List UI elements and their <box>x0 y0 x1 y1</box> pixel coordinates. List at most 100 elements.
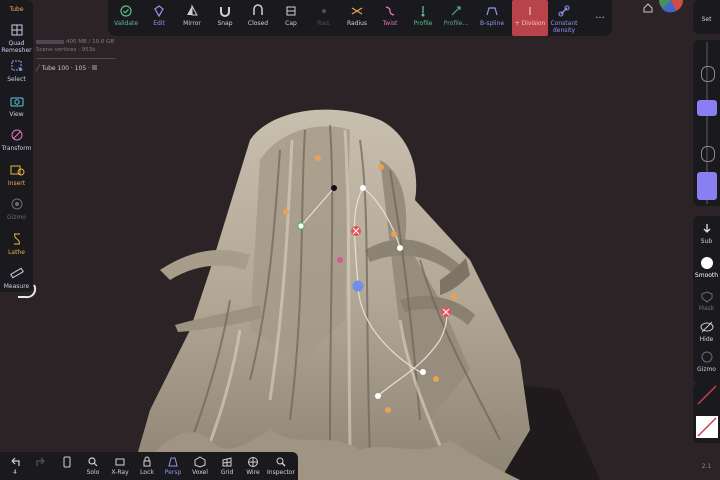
constant-density-label: Constant density <box>550 20 578 34</box>
radius-button[interactable]: Radius <box>339 4 375 27</box>
transform-button[interactable]: Transform <box>0 127 33 152</box>
radius-slider[interactable] <box>697 42 717 204</box>
slider-top-knob[interactable] <box>701 66 715 82</box>
radius-slider-thumb[interactable] <box>697 172 717 200</box>
validate-button[interactable]: Validate <box>108 4 144 27</box>
viewport-canvas[interactable] <box>0 0 720 480</box>
tube-title: Tube <box>9 6 24 13</box>
sub-label: Sub <box>700 238 713 245</box>
lathe-icon <box>13 233 20 245</box>
view-button[interactable]: View <box>0 93 33 118</box>
twist-icon <box>385 6 395 16</box>
solo-button[interactable]: Solo <box>80 456 106 476</box>
snap-button[interactable]: Snap <box>207 4 243 27</box>
lock-icon <box>143 456 151 467</box>
undo-button[interactable]: 4 <box>2 456 28 476</box>
bspline-button[interactable]: B-spline <box>474 4 510 27</box>
device-button[interactable] <box>54 456 80 469</box>
lathe-button[interactable]: Lathe <box>0 231 33 256</box>
scene-stats: 400 MB / 10.6 GB Scene vertices : 953k <box>36 38 114 54</box>
grid-icon <box>222 457 232 467</box>
select-label: Select <box>7 76 26 83</box>
smooth-icon[interactable] <box>699 255 715 271</box>
quad-remesher-icon <box>11 24 22 36</box>
sub-icon[interactable] <box>700 222 714 236</box>
xray-icon <box>115 458 125 466</box>
quad-remesher-button[interactable]: Quad Remesher <box>0 22 33 54</box>
redo-button[interactable] <box>28 456 54 469</box>
intensity-slider-thumb[interactable] <box>697 100 717 116</box>
mask-label: Mask <box>698 305 715 312</box>
gizmo-right-icon[interactable] <box>700 350 714 364</box>
xray-button[interactable]: X-Ray <box>107 456 133 476</box>
tube-label: Tube 100 · 105 · <box>41 65 92 72</box>
voxel-label: Voxel <box>192 469 208 476</box>
gizmo-right-label: Gizmo <box>697 366 716 373</box>
profile-icon <box>421 6 425 17</box>
hide-label: Hide <box>699 336 714 343</box>
constant-density-button[interactable]: Constant density <box>544 4 584 34</box>
gizmo-label: Gizmo <box>7 214 26 221</box>
profile-more-button[interactable]: Profile... <box>438 4 474 27</box>
division-button[interactable]: + Division <box>512 0 548 36</box>
material-swatch-white[interactable] <box>696 416 718 438</box>
grid-button[interactable]: Grid <box>214 456 240 476</box>
bspline-icon <box>486 7 498 16</box>
validate-label: Validate <box>113 20 139 27</box>
voxel-button[interactable]: Voxel <box>187 456 213 476</box>
twist-label: Twist <box>382 20 398 27</box>
lock-button[interactable]: Lock <box>134 456 160 476</box>
hide-icon[interactable] <box>699 320 715 334</box>
home-icon[interactable] <box>642 2 654 14</box>
tube-info: ╱ Tube 100 · 105 · <box>36 65 97 72</box>
slider-mid-knob[interactable] <box>701 146 715 162</box>
ruler-icon <box>9 267 24 279</box>
refresh-arc-icon <box>18 284 37 299</box>
mask-icon[interactable] <box>700 290 714 304</box>
wire-button[interactable]: Wire <box>240 456 266 476</box>
edit-button[interactable]: Edit <box>141 4 177 27</box>
rad-label: Rad. <box>317 20 331 27</box>
color-wheel-icon[interactable] <box>656 0 686 14</box>
closed-icon <box>253 4 263 15</box>
link-icon <box>558 5 570 17</box>
xray-label: X-Ray <box>111 469 129 476</box>
redo-icon <box>36 457 45 466</box>
profile-more-icon <box>451 6 461 16</box>
persp-button[interactable]: Persp <box>160 456 186 476</box>
voxel-icon <box>194 456 206 468</box>
profile-label: Profile <box>413 20 433 27</box>
inspector-button[interactable]: Inspector <box>266 456 296 476</box>
bspline-label: B-spline <box>479 20 505 27</box>
vertices-text: Scene vertices : 953k <box>36 47 96 53</box>
closed-button[interactable]: Closed <box>240 4 276 27</box>
magnet-icon <box>220 7 230 17</box>
undo-count: 4 <box>13 469 17 476</box>
twist-button[interactable]: Twist <box>372 4 408 27</box>
solo-label: Solo <box>86 469 100 476</box>
gizmo-button[interactable]: Gizmo <box>0 196 33 221</box>
snap-label: Snap <box>217 20 233 27</box>
radius-small-icon <box>322 9 326 13</box>
smooth-label: Smooth <box>694 272 719 279</box>
more-button[interactable]: ... <box>582 10 618 21</box>
division-icon <box>529 7 531 15</box>
phone-icon <box>63 456 71 468</box>
tube-color-swatch[interactable] <box>91 65 97 70</box>
radius-label: Radius <box>346 20 368 27</box>
mirror-button[interactable]: Mirror <box>174 4 210 27</box>
select-button[interactable]: Select <box>0 58 33 83</box>
transform-icon <box>11 129 22 141</box>
rad-button[interactable]: Rad. <box>306 4 342 27</box>
lathe-label: Lathe <box>8 249 25 256</box>
cap-button[interactable]: Cap <box>273 4 309 27</box>
division-label: + Division <box>514 20 546 27</box>
gizmo-icon <box>11 198 22 210</box>
profile-more-label: Profile... <box>443 20 469 27</box>
set-label: Set <box>701 16 712 23</box>
profile-button[interactable]: Profile <box>405 4 441 27</box>
insert-button[interactable]: Insert <box>0 162 33 187</box>
material-swatch-dark[interactable] <box>696 384 718 406</box>
inspector-label: Inspector <box>267 469 295 476</box>
top-toolbar: Validate Edit Mirror Snap Closed Cap Rad… <box>108 0 612 36</box>
